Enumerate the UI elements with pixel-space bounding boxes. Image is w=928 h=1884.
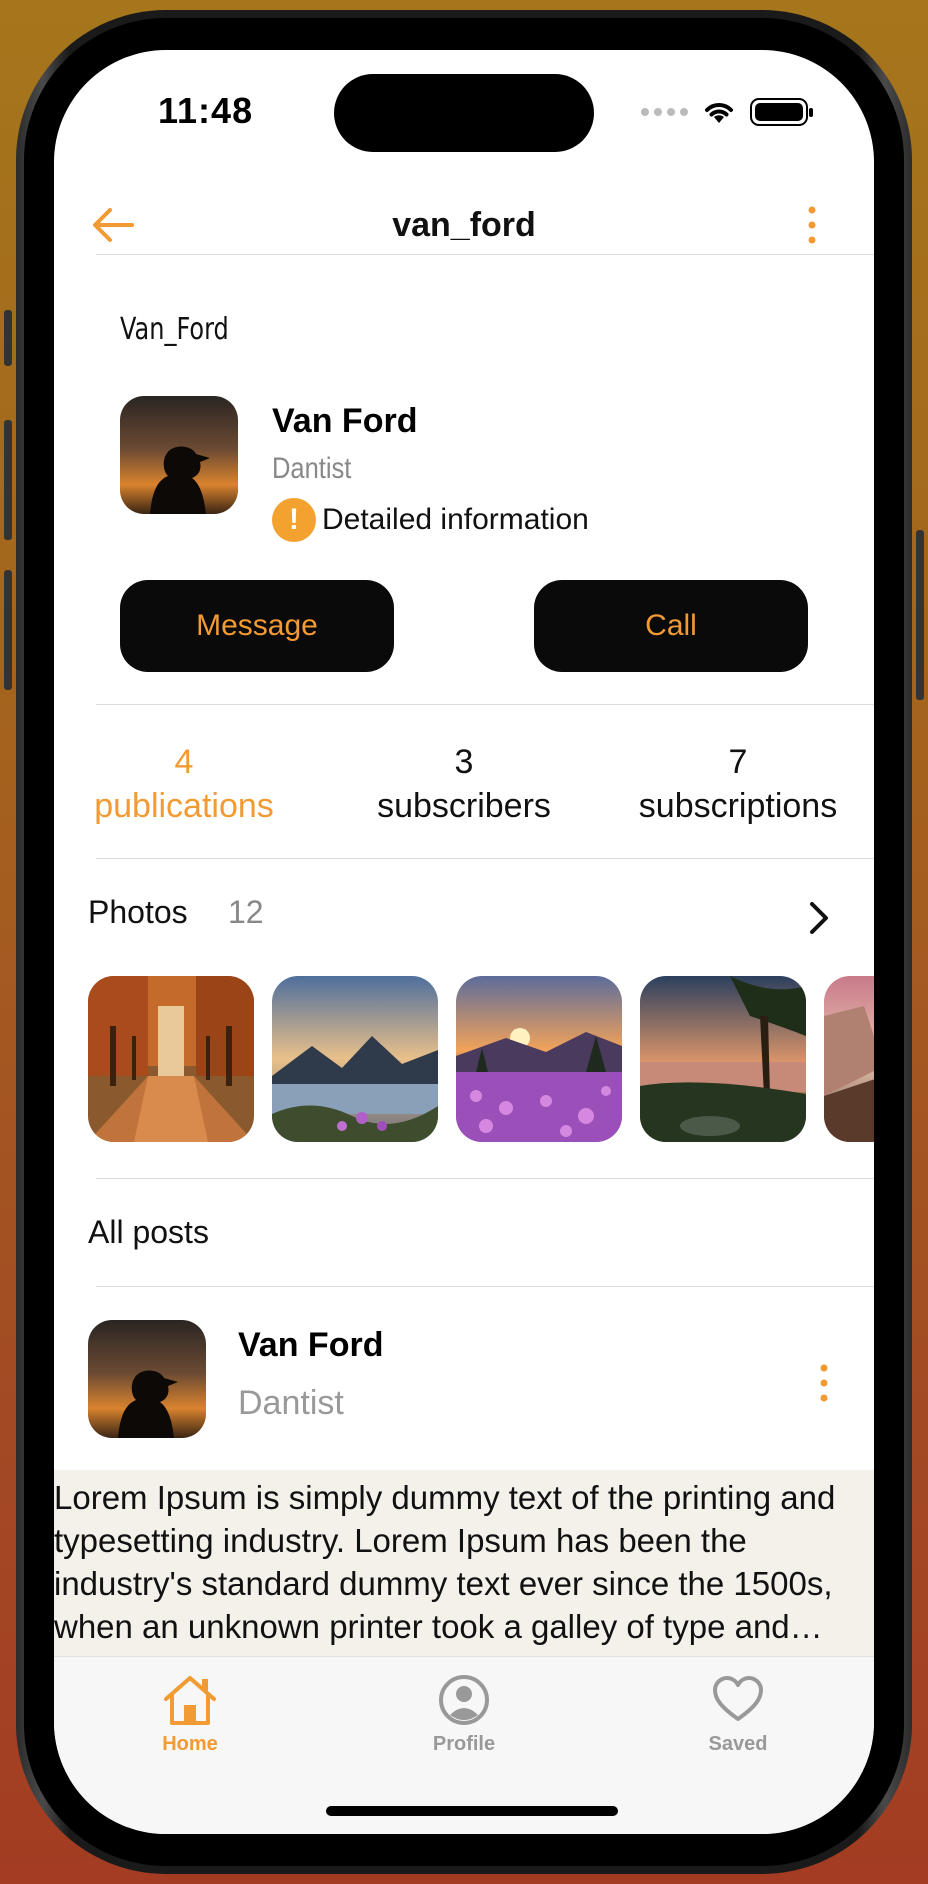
post-body[interactable]: Lorem Ipsum is simply dummy text of the … (54, 1470, 874, 1656)
tab-label: Home (162, 1733, 218, 1755)
more-vertical-icon[interactable] (802, 200, 822, 250)
profile-role: Dantist (272, 452, 352, 485)
person-circle-icon (439, 1675, 489, 1725)
dynamic-island (334, 74, 594, 152)
photos-count: 12 (228, 894, 264, 930)
photos-title: Photos (88, 894, 188, 930)
status-icons (641, 98, 813, 126)
volume-down-button (4, 570, 12, 690)
stat-count: 7 (728, 743, 748, 781)
wifi-icon (705, 103, 733, 123)
stat-subscriptions[interactable]: 7 subscriptions (608, 740, 868, 828)
stat-label: subscriptions (638, 787, 838, 825)
status-time: 11:48 (158, 90, 254, 131)
tab-home[interactable]: Home (110, 1673, 270, 1756)
tab-label: Saved (708, 1733, 768, 1755)
avatar-image (88, 1320, 206, 1438)
volume-up-button (4, 420, 12, 540)
stat-label: publications (94, 787, 274, 825)
stat-label: subscribers (377, 787, 551, 825)
profile-name: Van Ford (272, 402, 418, 440)
tab-label: Profile (432, 1733, 496, 1755)
page-title: van_ford (392, 206, 536, 244)
divider (96, 858, 874, 859)
photo-thumbnail[interactable] (272, 976, 438, 1142)
divider (96, 254, 874, 255)
post-author-role: Dantist (238, 1384, 344, 1422)
divider (96, 1286, 874, 1287)
stat-publications[interactable]: 4 publications (54, 740, 314, 828)
detailed-information-link[interactable]: ! Detailed information (272, 498, 589, 542)
more-vertical-icon[interactable] (814, 1358, 834, 1408)
side-button (4, 310, 12, 366)
divider (96, 704, 874, 705)
detailed-information-label: Detailed information (322, 503, 589, 536)
all-posts-title: All posts (88, 1214, 209, 1250)
power-button (916, 530, 924, 700)
navigation-bar: van_ford (54, 190, 874, 260)
tab-profile[interactable]: Profile (384, 1673, 544, 1756)
photo-thumbnail[interactable] (456, 976, 622, 1142)
tab-saved[interactable]: Saved (658, 1673, 818, 1756)
stat-count: 3 (454, 743, 474, 781)
message-button[interactable]: Message (120, 580, 394, 672)
post-text: Lorem Ipsum is simply dummy text of the … (54, 1479, 836, 1645)
photo-thumbnail[interactable] (88, 976, 254, 1142)
chevron-right-icon[interactable] (804, 898, 834, 938)
phone-screen: 11:48 van_ford Van_Ford Van Ford Dantist… (54, 50, 874, 1834)
post-author-avatar[interactable] (88, 1320, 206, 1438)
photo-thumbnail[interactable] (824, 976, 874, 1142)
battery-icon (750, 98, 813, 126)
cellular-signal-icon (641, 108, 688, 116)
avatar-image (120, 396, 238, 514)
post-author-name: Van Ford (238, 1326, 384, 1364)
heart-icon (713, 1676, 763, 1721)
exclamation-icon: ! (272, 498, 316, 542)
profile-avatar[interactable] (120, 396, 238, 514)
stat-count: 4 (174, 743, 194, 781)
call-button[interactable]: Call (534, 580, 808, 672)
divider (96, 1178, 874, 1179)
profile-username: Van_Ford (120, 312, 229, 347)
stat-subscribers[interactable]: 3 subscribers (334, 740, 594, 828)
home-indicator[interactable] (326, 1806, 618, 1816)
home-icon (164, 1676, 216, 1725)
photo-thumbnail[interactable] (640, 976, 806, 1142)
